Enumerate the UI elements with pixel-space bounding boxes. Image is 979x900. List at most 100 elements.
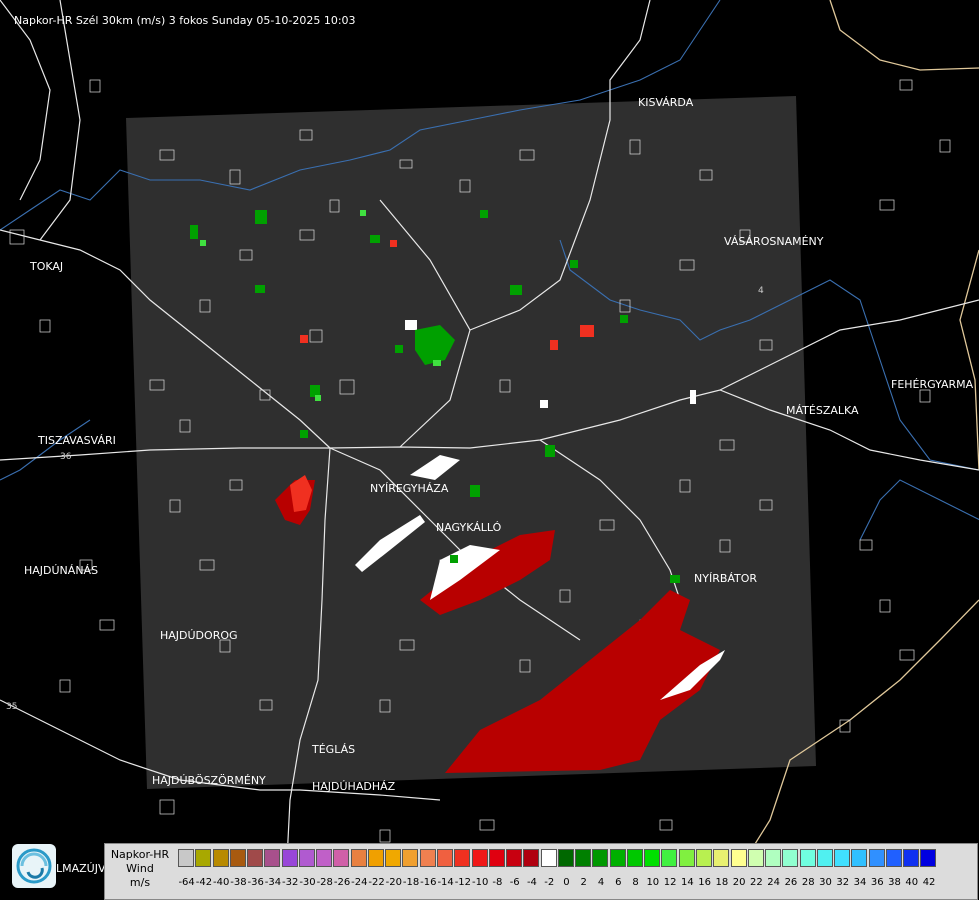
- legend-swatch: [178, 849, 194, 867]
- legend-tick-label: 14: [680, 877, 694, 888]
- legend-swatch: [195, 849, 212, 867]
- legend-tick-label: -2: [544, 877, 555, 888]
- legend-tick-label: 32: [836, 877, 850, 888]
- legend-tick-label: -32: [282, 877, 299, 888]
- town-label-nagykallo: NAGYKÁLLÓ: [436, 521, 502, 534]
- legend-swatch: [540, 849, 557, 867]
- legend-swatch: [799, 849, 816, 867]
- legend-tick-label: 6: [615, 877, 622, 888]
- legend-caption-source: Napkor-HR: [110, 848, 170, 861]
- legend-tick-label: -20: [385, 877, 402, 888]
- legend-tick-label: -36: [247, 877, 264, 888]
- town-label-hajduboszormeny: HAJDÚBÖSZÖRMÉNY: [152, 774, 266, 787]
- town-label-hajdudorog: HAJDÚDOROG: [160, 629, 238, 642]
- legend-swatch: [264, 849, 281, 867]
- legend-swatch: [488, 849, 505, 867]
- legend-tick-label: 4: [597, 877, 605, 888]
- legend-swatch: [695, 849, 712, 867]
- legend-caption-unit: m/s: [129, 876, 151, 889]
- legend-tick-label: 18: [715, 877, 729, 888]
- legend-tick-label: -42: [195, 877, 213, 888]
- town-label-vasarosnameny: VÁSÁROSNAMÉNY: [724, 235, 824, 248]
- legend-swatch: [782, 849, 799, 867]
- legend-swatch: [885, 849, 902, 867]
- legend-swatch: [868, 849, 885, 867]
- legend-swatch: [316, 849, 333, 867]
- legend-swatch: [626, 849, 643, 867]
- legend-caption-variable: Wind: [126, 862, 154, 875]
- town-label-nyirbator: NYÍRBÁTOR: [694, 572, 758, 585]
- wind-legend: Napkor-HR Wind m/s -64 -42 -40 -38 -36 -34 -32…: [104, 843, 978, 900]
- legend-swatch: [419, 849, 436, 867]
- legend-tick-label: -26: [333, 877, 351, 888]
- legend-swatch: [575, 849, 592, 867]
- legend-tick-label: -40: [212, 877, 230, 888]
- legend-swatch: [713, 849, 730, 867]
- legend-tick-label: 28: [801, 877, 815, 888]
- radar-map: [0, 0, 979, 900]
- legend-tick-label: 36: [870, 877, 884, 888]
- legend-tick-label: -64: [178, 877, 195, 888]
- legend-tick-label: -18: [402, 877, 420, 888]
- legend-tick-label: 2: [580, 877, 587, 888]
- town-label-hajdunanas: HAJDÚNÁNÁS: [24, 564, 99, 577]
- town-label-hajduhadhaz: HAJDÚHADHÁZ: [312, 780, 396, 793]
- legend-swatch: [333, 849, 350, 867]
- legend-tick-label: 22: [750, 877, 763, 888]
- legend-swatch: [920, 849, 937, 867]
- legend-swatch: [471, 849, 488, 867]
- legend-swatch: [281, 849, 298, 867]
- town-label-tiszavasvari: TISZAVASVÁRI: [38, 434, 116, 447]
- legend-swatch: [229, 849, 246, 867]
- legend-swatch: [523, 849, 540, 867]
- legend-swatch: [385, 849, 402, 867]
- legend-swatch: [592, 849, 609, 867]
- legend-tick-label: -16: [420, 877, 437, 888]
- legend-tick-label: 24: [767, 877, 781, 888]
- legend-tick-label: 0: [563, 877, 570, 888]
- legend-swatch: [816, 849, 833, 867]
- legend-swatch: [557, 849, 574, 867]
- road-number-4: 4: [758, 286, 764, 296]
- legend-tick-label: -6: [509, 877, 520, 888]
- town-label-fehergyarmat: FEHÉRGYARMA: [891, 378, 974, 391]
- legend-tick-label: -4: [526, 877, 537, 888]
- legend-tick-label: 34: [853, 877, 867, 888]
- legend-tick-label: 8: [632, 877, 639, 888]
- town-label-nyiregyhaza: NYÍREGYHÁZA: [370, 482, 449, 495]
- legend-swatch: [367, 849, 384, 867]
- legend-swatch: [506, 849, 523, 867]
- logo-icon: [12, 844, 56, 888]
- legend-swatch: [609, 849, 626, 867]
- legend-caption: Napkor-HR Wind m/s: [107, 848, 173, 890]
- legend-swatch: [903, 849, 920, 867]
- legend-swatch: [454, 849, 471, 867]
- legend-tick-label: -30: [299, 877, 316, 888]
- legend-tick-label: 10: [646, 877, 660, 888]
- town-label-teglas: TÉGLÁS: [312, 743, 356, 756]
- legend-swatch: [644, 849, 661, 867]
- legend-swatch: [436, 849, 453, 867]
- legend-tick-label: -14: [437, 877, 454, 888]
- legend-swatch: [212, 849, 229, 867]
- legend-swatch: [661, 849, 678, 867]
- legend-tick-label: 26: [784, 877, 798, 888]
- legend-swatch: [247, 849, 264, 867]
- road-number-36: 36: [60, 452, 72, 462]
- road-number-35: 35: [6, 702, 18, 712]
- legend-swatch: [350, 849, 367, 867]
- legend-swatch: [298, 849, 315, 867]
- radar-coverage-area: [126, 96, 816, 789]
- legend-tick-label: 38: [888, 877, 901, 888]
- legend-swatch: [765, 849, 782, 867]
- legend-tick-label: 42: [922, 877, 936, 888]
- town-label-tokaj: TOKAJ: [30, 260, 64, 273]
- legend-tick-label: -10: [471, 877, 489, 888]
- town-label-mateszalka: MÁTÉSZALKA: [786, 404, 859, 417]
- legend-tick-label: -22: [368, 877, 385, 888]
- legend-ticks: -64 -42 -40 -38 -36 -34 -32 -30 -28 -26 -24 -22 -20-…: [178, 877, 938, 888]
- legend-swatch: [834, 849, 851, 867]
- legend-swatch: [747, 849, 764, 867]
- legend-swatch: [402, 849, 419, 867]
- legend-swatch: [851, 849, 868, 867]
